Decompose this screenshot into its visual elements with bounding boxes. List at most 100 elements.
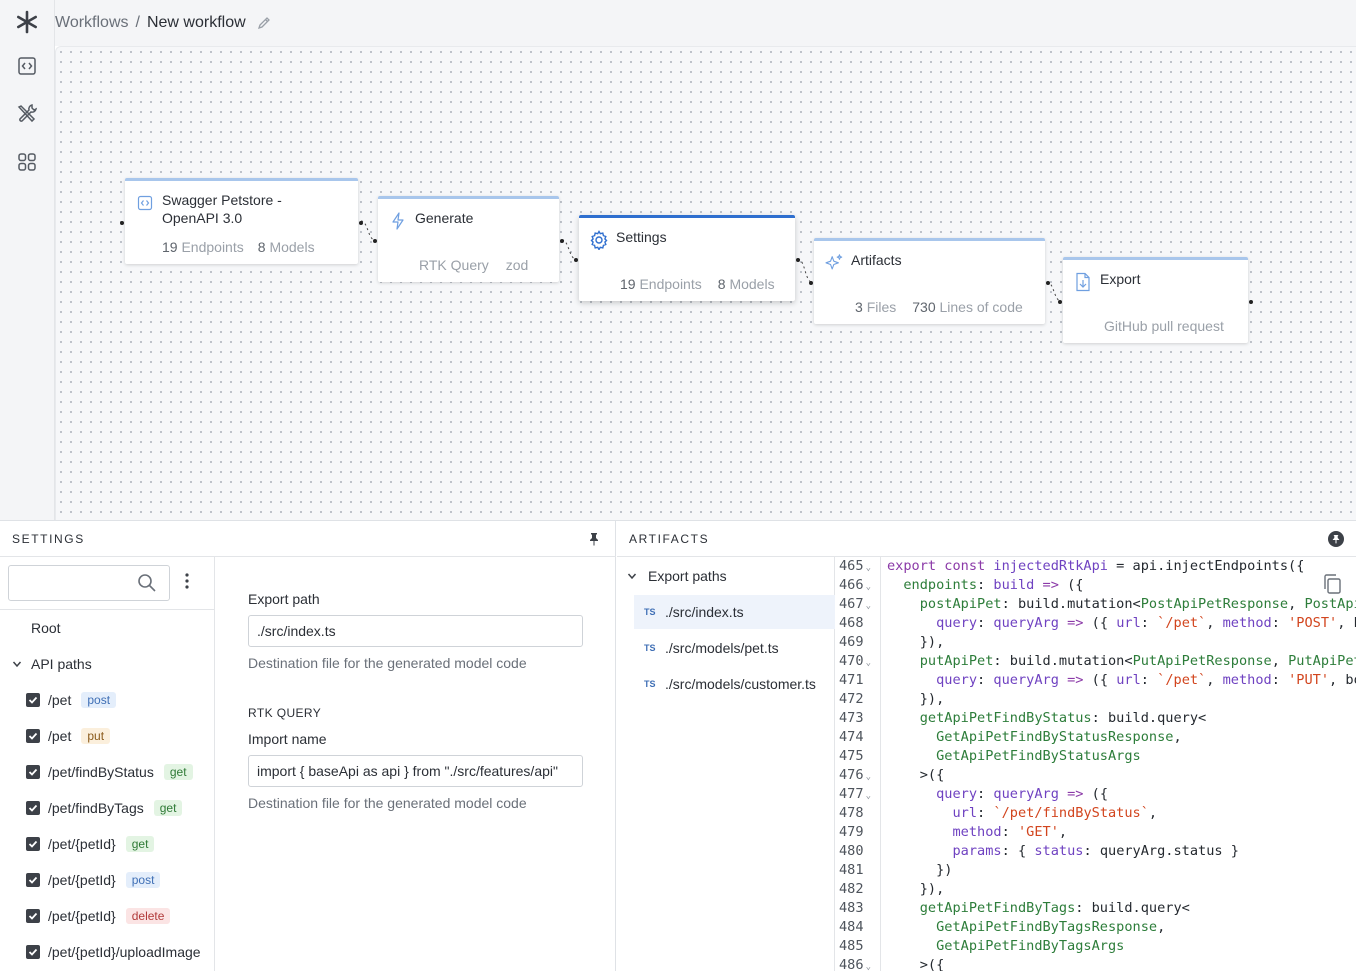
path-label: /pet/{petId}/uploadImage [48,944,201,960]
pin-icon[interactable] [1328,531,1344,550]
line-number: 471 [839,671,864,690]
fold-chevron-icon[interactable]: ⌄ [866,563,871,573]
line-number-text: 472 [839,691,864,707]
artifact-file[interactable]: TS ./src/models/pet.ts [634,631,835,665]
pin-icon[interactable] [588,532,600,549]
checkbox[interactable] [26,693,40,707]
tree-item-path[interactable]: /pet/{petId} delete [0,905,171,927]
fold-chevron-icon[interactable]: ⌄ [866,962,871,971]
output-port[interactable] [1046,281,1050,285]
artifact-file[interactable]: TS ./src/models/customer.ts [634,667,835,701]
import-name-input[interactable]: import { baseApi as api } from "./src/fe… [248,755,583,787]
line-number-text: 486 [839,957,864,971]
models-count: 8 [717,276,726,292]
fold-chevron-icon[interactable]: ⌄ [866,772,871,782]
code-file-icon[interactable] [14,53,40,79]
input-port[interactable] [120,221,124,225]
export-path-input[interactable]: ./src/index.ts [248,615,583,647]
tree-group-api-paths[interactable]: API paths [12,653,92,675]
code-line: query: queryArg => ({ url: `/pet`, metho… [936,615,1356,631]
tree-item-path[interactable]: /pet put [0,725,111,747]
checkbox[interactable] [26,945,40,959]
method-badge: post [81,692,117,708]
node-source[interactable]: Swagger Petstore - OpenAPI 3.0 19 Endpoi… [120,178,363,264]
output-port[interactable] [560,239,564,243]
tag-rtk-query: RTK Query [419,257,489,273]
code-line: }), [887,881,945,897]
code-line: query: queryArg => ({ [936,786,1109,802]
tree-item-root[interactable]: Root [31,617,61,639]
sparkles-icon [824,253,844,273]
code-viewer[interactable]: 465 ⌄ 466 ⌄ 467 ⌄ 468 469 470 ⌄ 471 472 473 474 475 476… [835,557,1356,971]
line-number: 479 [839,823,864,842]
checkbox[interactable] [26,765,40,779]
more-options-icon[interactable] [185,573,189,594]
input-port[interactable] [373,239,377,243]
file-download-icon [1073,272,1093,292]
node-settings[interactable]: Settings 19 Endpoints 8 Models [574,215,800,301]
search-icon [137,573,157,598]
node-generate[interactable]: Generate RTK Query zod [373,196,564,282]
output-port[interactable] [359,221,363,225]
output-port[interactable] [1249,300,1253,304]
path-label: /pet [48,692,72,708]
node-artifacts[interactable]: Artifacts 3 Files 730 Lines of code [809,238,1050,324]
line-number: 486 ⌄ [839,956,871,971]
breadcrumb-separator: / [135,14,140,31]
breadcrumb-workflows[interactable]: Workflows [55,14,129,32]
line-number: 465 ⌄ [839,557,871,576]
asterisk-icon[interactable] [14,9,40,35]
tree-item-path[interactable]: /pet/findByTags get [0,797,183,819]
search-input[interactable] [8,565,170,601]
gear-icon [589,230,609,250]
code-line: method: 'GET', [952,824,1068,840]
node-export[interactable]: Export GitHub pull request [1058,257,1253,343]
lines-label: Lines of code [939,299,1023,315]
workflow-canvas[interactable]: Swagger Petstore - OpenAPI 3.0 19 Endpoi… [55,46,1356,520]
pencil-icon[interactable] [256,15,272,31]
path-label: /pet [48,728,72,744]
artifacts-title: ARTIFACTS [629,531,710,546]
input-port[interactable] [574,258,578,262]
line-number: 485 [839,937,864,956]
input-port[interactable] [809,281,813,285]
tree-item-path[interactable]: /pet/{petId} get [0,833,155,855]
line-number: 468 [839,614,864,633]
line-number-text: 477 [839,786,864,802]
method-badge: post [125,872,161,888]
checkbox[interactable] [26,837,40,851]
code-line: query: queryArg => ({ url: `/pet`, metho… [936,672,1356,688]
fold-chevron-icon[interactable]: ⌄ [866,601,871,611]
line-number: 467 ⌄ [839,595,871,614]
tools-icon[interactable] [14,101,40,127]
artifact-file[interactable]: TS ./src/index.ts [634,595,835,629]
tree-item-path[interactable]: /pet post [0,689,117,711]
path-label: /pet/findByTags [48,800,144,816]
method-badge: delete [125,908,171,924]
line-number-text: 478 [839,805,864,821]
line-number: 475 [839,747,864,766]
fold-chevron-icon[interactable]: ⌄ [866,582,871,592]
line-number-text: 481 [839,862,864,878]
copy-icon[interactable] [1322,573,1342,599]
divider [0,609,214,610]
checkbox[interactable] [26,729,40,743]
tree-item-path[interactable]: /pet/{petId} post [0,869,161,891]
tree-label: Export paths [648,568,727,584]
line-number-text: 465 [839,558,864,574]
tree-group-export-paths[interactable]: Export paths [627,559,828,593]
checkbox[interactable] [26,801,40,815]
fold-chevron-icon[interactable]: ⌄ [866,791,871,801]
tree-item-path[interactable]: /pet/{petId}/uploadImage [0,941,201,963]
checkbox[interactable] [26,909,40,923]
node-title: Export [1100,271,1141,287]
breadcrumb: Workflows / New workflow [55,14,272,32]
output-port[interactable] [796,258,800,262]
line-number: 478 [839,804,864,823]
grid-icon[interactable] [14,149,40,175]
checkbox[interactable] [26,873,40,887]
fold-chevron-icon[interactable]: ⌄ [866,658,871,668]
tree-item-path[interactable]: /pet/findByStatus get [0,761,193,783]
line-number-text: 474 [839,729,864,745]
input-port[interactable] [1058,300,1062,304]
